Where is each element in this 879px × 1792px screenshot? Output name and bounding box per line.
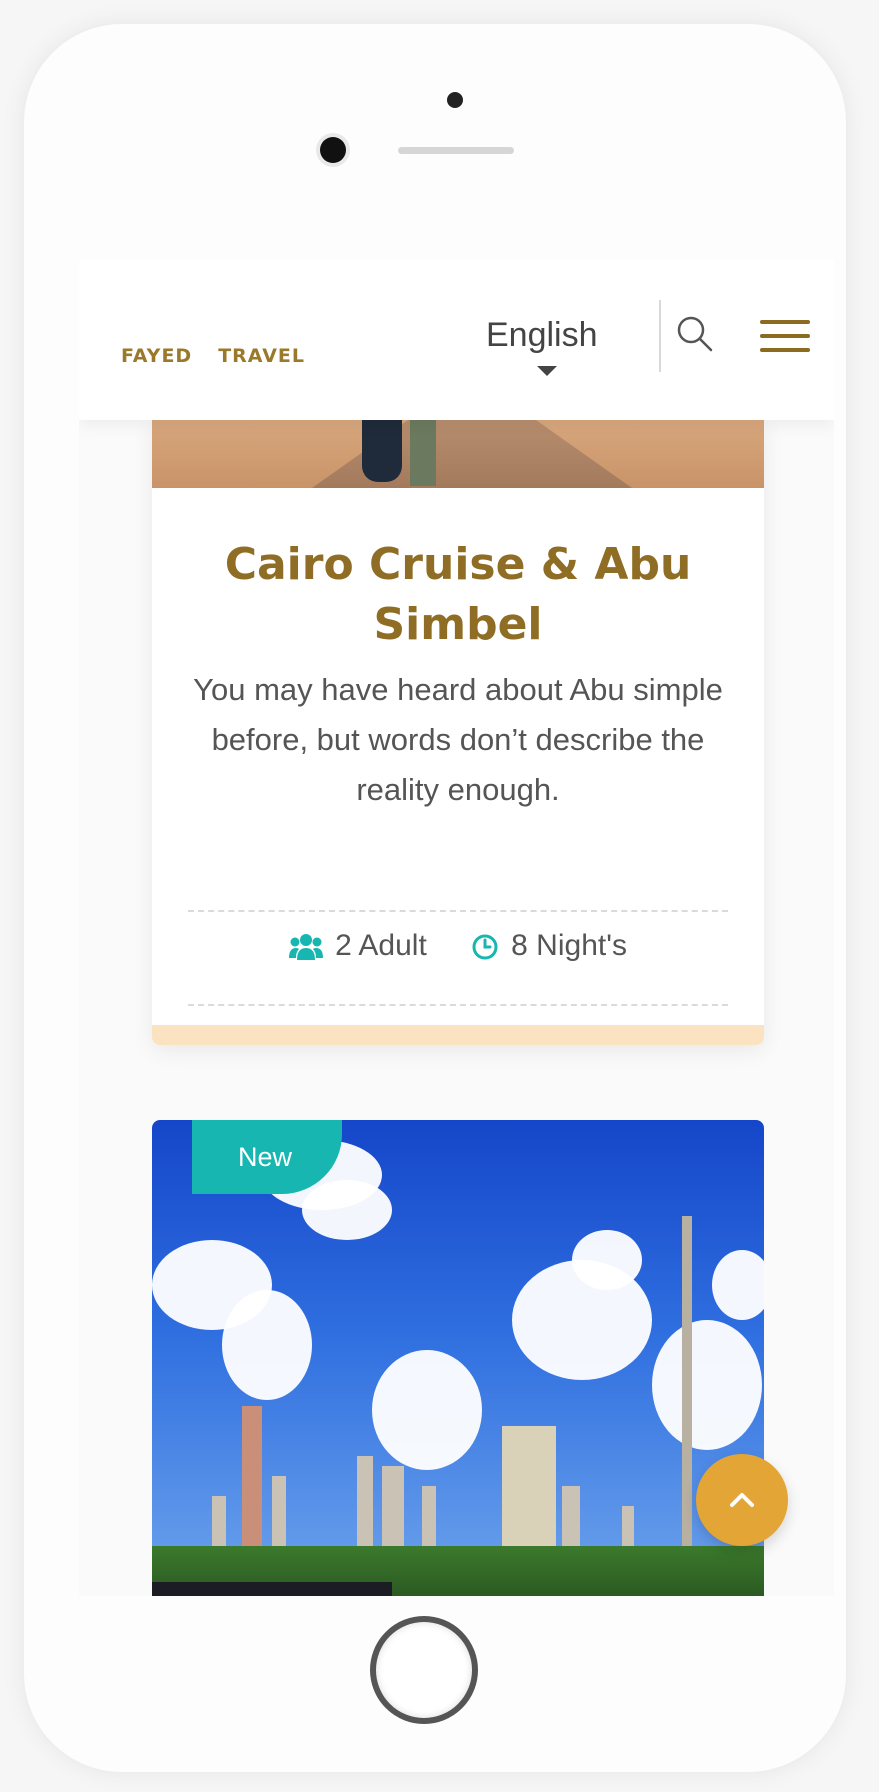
clock-icon [472,934,498,960]
phone-frame: FAYED TRAVEL English Cairo Cruise & Abu S… [22,22,848,1774]
tour-card-image-cairo[interactable]: New [152,1120,764,1596]
search-icon[interactable] [675,314,715,354]
menu-icon[interactable] [760,320,810,356]
divider-bottom [188,1004,728,1006]
card-bottom-bar [152,1025,764,1045]
nights-info: 8 Night's [471,929,627,963]
front-camera [320,137,346,163]
tour-card[interactable]: Cairo Cruise & Abu Simbel You may have h… [152,420,764,1045]
site-header: FAYED TRAVEL English [79,260,834,420]
header-divider [659,300,661,372]
divider-top [188,910,728,912]
logo[interactable]: FAYED TRAVEL [121,345,331,367]
tour-description: You may have heard about Abu simple befo… [193,672,723,807]
logo-word-2: TRAVEL [218,345,305,367]
home-button[interactable] [370,1616,478,1724]
language-selector[interactable]: English [486,316,598,355]
chevron-up-icon [730,1493,754,1507]
tour-meta: 2 Adult 8 Night's [152,928,764,972]
tour-card-image [152,420,764,488]
adults-info: 2 Adult [289,929,427,963]
logo-word-1: FAYED [121,345,193,367]
nights-text: 8 Night's [511,929,627,963]
adults-text: 2 Adult [335,929,427,963]
users-icon [289,934,324,961]
earpiece-speaker [398,147,514,154]
front-sensor [447,92,463,108]
caret-down-icon[interactable] [537,366,557,376]
phone-screen: FAYED TRAVEL English Cairo Cruise & Abu S… [79,260,834,1596]
tour-title[interactable]: Cairo Cruise & Abu Simbel [182,535,734,655]
scroll-to-top-button[interactable] [696,1454,788,1546]
